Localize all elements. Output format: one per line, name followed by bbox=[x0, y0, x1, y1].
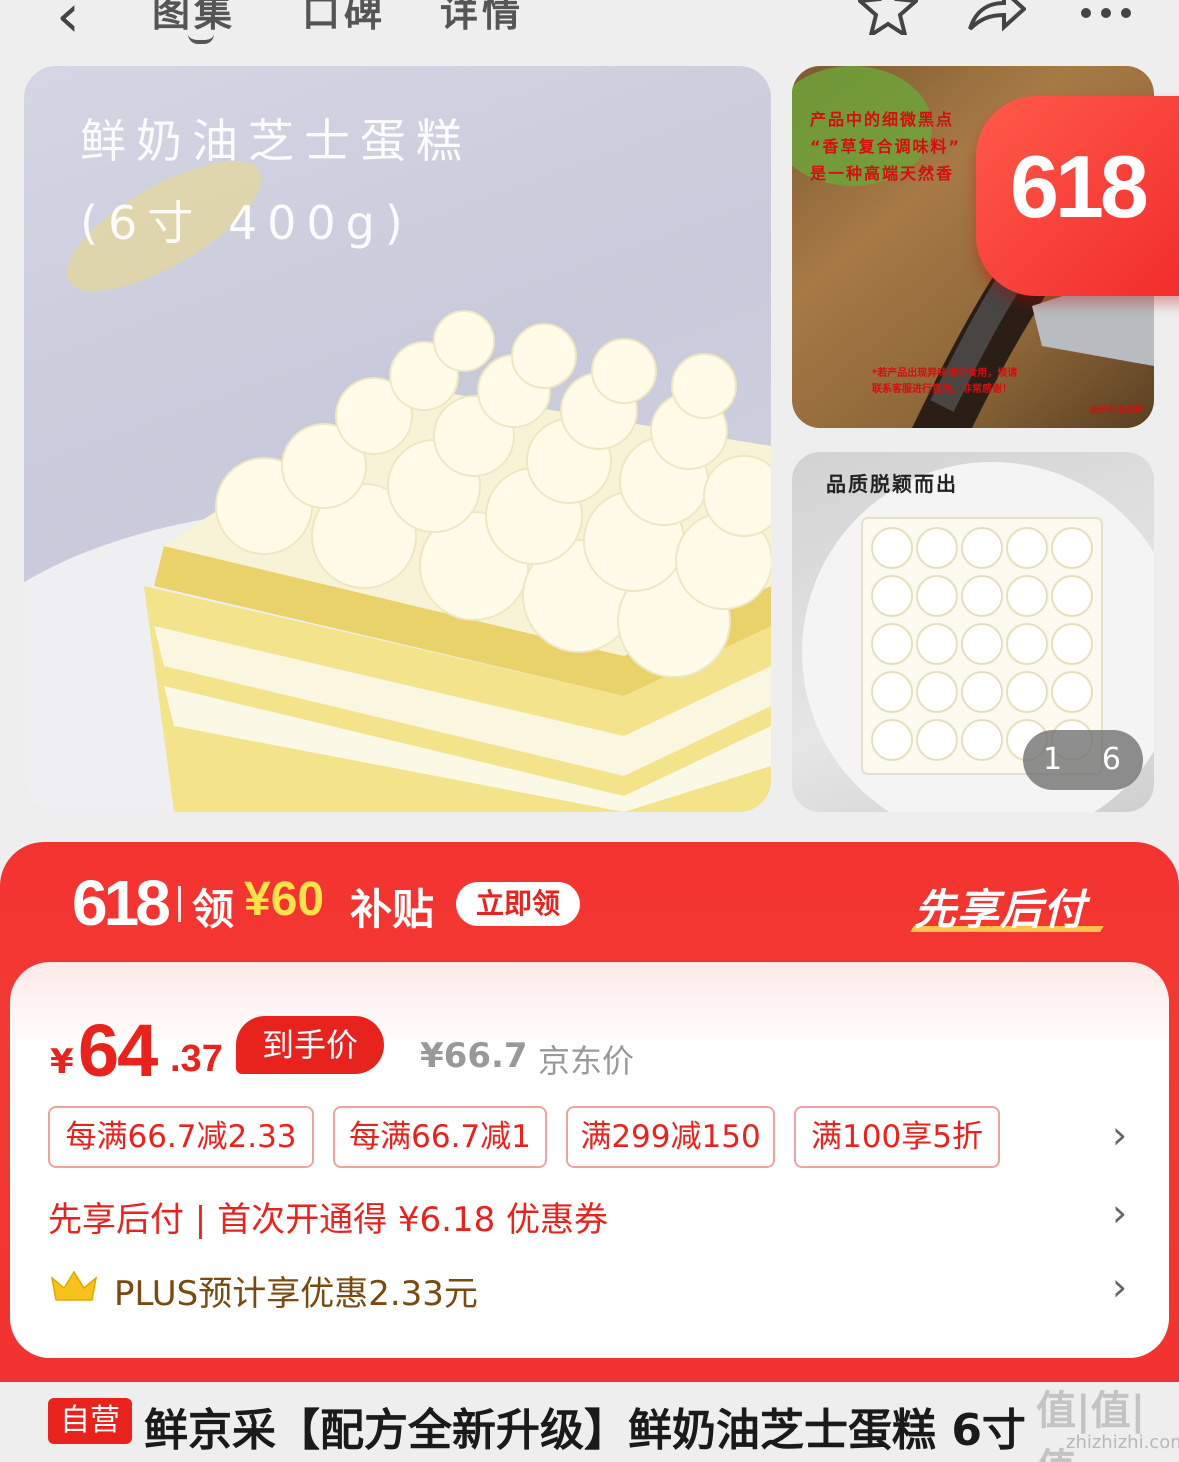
product-title: 鲜京采【配方全新升级】鲜奶油芝士蛋糕 6寸 bbox=[144, 1405, 1026, 1456]
thumb1-text-line: “香草复合调味料” bbox=[810, 137, 962, 156]
main-image-title: 鲜奶油芝士蛋糕 (6寸 400g) bbox=[80, 100, 472, 264]
jd-price-label: 京东价 bbox=[538, 1042, 635, 1080]
price-currency: ¥ bbox=[50, 1042, 74, 1082]
promo-claim-prefix: 领 bbox=[192, 885, 235, 934]
price-decimal: .37 bbox=[170, 1038, 223, 1080]
price-integer: 64 bbox=[78, 1009, 158, 1092]
thumb1-note-line: 联系客服进行售后，非常感谢！ bbox=[872, 384, 1012, 395]
coupons-chevron-right-icon[interactable]: › bbox=[1112, 1116, 1127, 1154]
promo-claim-amount: ¥60 bbox=[244, 873, 325, 926]
watermark-site: zhizhizhi.com bbox=[1066, 1432, 1179, 1453]
coupon-tag[interactable]: 满100享5折 bbox=[794, 1106, 1000, 1168]
thumbnail-vanilla-caption: 图示为香草籽 bbox=[1089, 406, 1144, 416]
claim-button[interactable]: 立即领 bbox=[456, 882, 580, 926]
tab-details[interactable]: 详情 bbox=[440, 0, 524, 37]
main-title-line2: (6寸 400g) bbox=[80, 196, 413, 250]
main-product-image[interactable]: 鲜奶油芝士蛋糕 (6寸 400g) bbox=[24, 66, 771, 812]
top-nav: ‹ 图集 口碑 详情 bbox=[0, 0, 1179, 60]
pay-later-banner[interactable]: 先享后付 bbox=[914, 876, 1086, 937]
plus-chevron-right-icon[interactable]: › bbox=[1112, 1268, 1127, 1306]
thumbnail-top-view-text: 品质脱颖而出 bbox=[826, 472, 958, 496]
promo-divider bbox=[178, 886, 181, 922]
image-pager: 1 6 bbox=[1023, 730, 1143, 790]
final-price-tag: 到手价 bbox=[236, 1016, 384, 1074]
self-operated-badge: 自营 bbox=[48, 1398, 132, 1444]
pager-total: 6 bbox=[1101, 742, 1121, 777]
thumb1-note-line: *若产品出现异味请勿食用，烦请 bbox=[872, 368, 1018, 379]
tab-gallery[interactable]: 图集 bbox=[152, 0, 236, 37]
coupon-tag[interactable]: 满299减150 bbox=[566, 1106, 775, 1168]
more-icon[interactable] bbox=[1078, 0, 1134, 44]
share-icon[interactable] bbox=[966, 0, 1027, 44]
thumb1-text-line: 产品中的细微黑点 bbox=[810, 110, 955, 129]
price-card: ¥ 64 .37 到手价 ¥66.7 京东价 每满66.7减2.33 每满66.… bbox=[10, 962, 1169, 1358]
back-icon[interactable]: ‹ bbox=[56, 0, 80, 46]
pay-later-chevron-right-icon[interactable]: › bbox=[1112, 1194, 1127, 1232]
coupon-tag[interactable]: 每满66.7减2.33 bbox=[48, 1106, 314, 1168]
thumbnail-vanilla-text: 产品中的细微黑点 “香草复合调味料” 是一种高端天然香 bbox=[810, 106, 961, 187]
pager-current: 1 bbox=[1043, 742, 1063, 777]
star-icon[interactable] bbox=[855, 0, 921, 44]
badge-618-text: 618 bbox=[1010, 137, 1149, 236]
thumb1-text-line: 是一种高端天然香 bbox=[810, 164, 955, 183]
active-tab-indicator bbox=[188, 34, 214, 44]
promo-event-618: 618 bbox=[72, 867, 171, 939]
thumbnail-vanilla-note: *若产品出现异味请勿食用，烦请 联系客服进行售后，非常感谢！ bbox=[872, 366, 1017, 398]
tab-reviews[interactable]: 口碑 bbox=[302, 0, 386, 37]
crown-icon bbox=[50, 1270, 98, 1301]
pay-later-offer[interactable]: 先享后付 | 首次开通得 ¥6.18 优惠券 bbox=[48, 1192, 608, 1241]
plus-offer-text: PLUS预计享优惠2.33元 bbox=[114, 1274, 478, 1314]
promo-claim-suffix: 补贴 bbox=[350, 885, 435, 934]
jd-price: ¥66.7 bbox=[420, 1036, 528, 1076]
badge-618: 618 bbox=[976, 96, 1179, 296]
coupon-tag[interactable]: 每满66.7减1 bbox=[333, 1106, 547, 1168]
main-title-line1: 鲜奶油芝士蛋糕 bbox=[80, 114, 472, 168]
